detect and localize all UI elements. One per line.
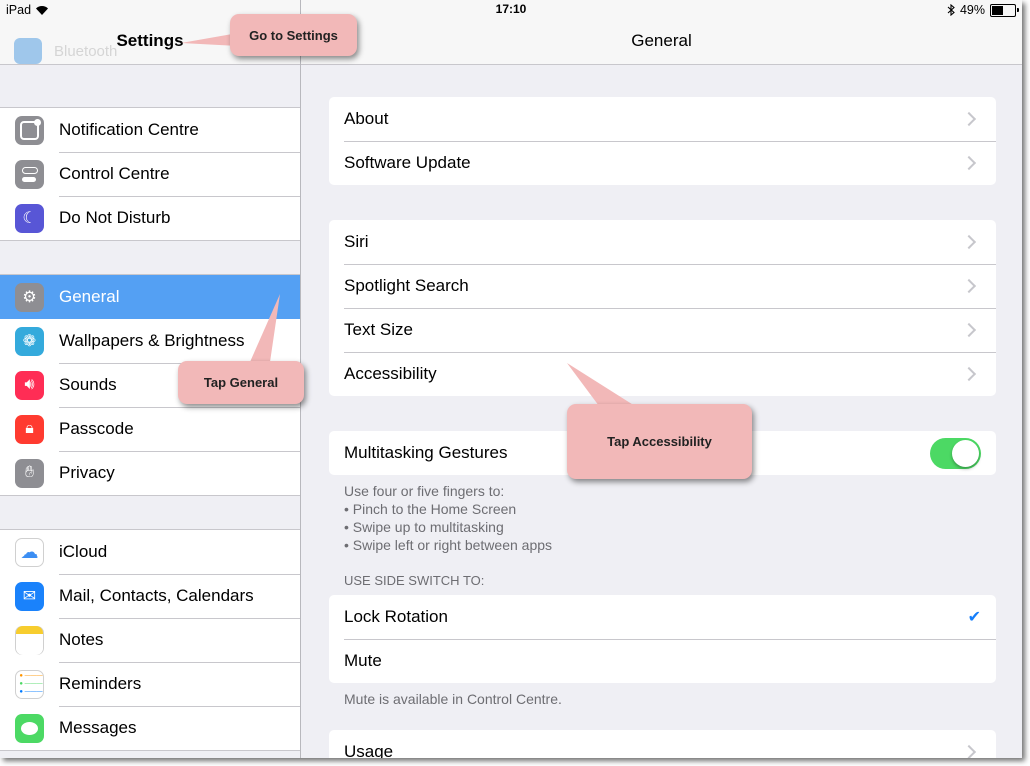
go-to-settings-callout: Go to Settings <box>230 14 357 56</box>
callout-pointers <box>181 33 635 406</box>
ipad-screen: iPad 17:10 49% Bluetooth Settings Notifi… <box>0 0 1022 758</box>
accessibility-callout-pointer <box>567 363 635 406</box>
tap-accessibility-callout: Tap Accessibility <box>567 404 752 479</box>
tap-general-callout: Tap General <box>178 361 304 404</box>
general-callout-pointer <box>250 294 280 362</box>
